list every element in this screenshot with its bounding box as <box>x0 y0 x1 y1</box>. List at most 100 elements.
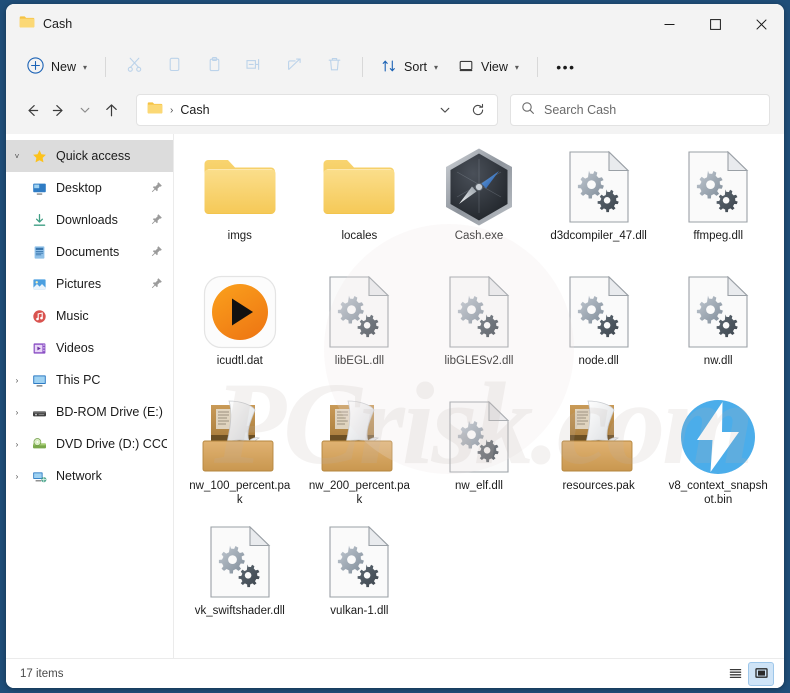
dvd-drive-icon <box>28 437 50 452</box>
dll-gears-icon <box>560 273 638 351</box>
sidebar-item-quick-access[interactable]: ˅ Quick access <box>6 140 173 172</box>
explorer-window: Cash New ▾ Sort ▾ View ▾ ••• › Cash Sear… <box>6 4 784 688</box>
chevron-right-icon[interactable]: › <box>6 440 28 449</box>
sidebar-item-label: Network <box>56 469 102 483</box>
file-name-label: libEGL.dll <box>334 355 384 367</box>
file-name-label: libGLESv2.dll <box>444 355 514 367</box>
file-item[interactable]: d3dcompiler_47.dll <box>539 142 659 267</box>
file-item[interactable]: icudtl.dat <box>180 267 300 392</box>
documents-icon <box>28 245 50 260</box>
file-item[interactable]: nw.dll <box>658 267 778 392</box>
sidebar-item-pictures[interactable]: Pictures <box>6 268 173 300</box>
file-name-label: icudtl.dat <box>216 355 263 367</box>
forward-button[interactable] <box>47 95 72 125</box>
file-item[interactable]: vulkan-1.dll <box>300 517 420 642</box>
media-play-icon <box>201 273 279 351</box>
folder-icon <box>320 148 398 226</box>
sidebar-item-dvd-drive-d-cccc[interactable]: › DVD Drive (D:) CCCC <box>6 428 173 460</box>
dll-gears-icon <box>679 148 757 226</box>
pictures-icon <box>28 277 50 292</box>
sidebar-item-network[interactable]: › Network <box>6 460 173 492</box>
large-icons-view-button[interactable] <box>748 661 774 686</box>
delete-button[interactable] <box>315 51 353 83</box>
chevron-right-icon[interactable]: › <box>6 376 28 385</box>
sidebar-item-label: This PC <box>56 373 101 387</box>
back-button[interactable] <box>20 95 45 125</box>
cut-button[interactable] <box>115 51 153 83</box>
file-item[interactable]: resources.pak <box>539 392 659 517</box>
file-item[interactable]: nw_elf.dll <box>419 392 539 517</box>
file-item[interactable]: vk_swiftshader.dll <box>180 517 300 642</box>
minimize-button[interactable] <box>646 4 692 44</box>
search-input[interactable]: Search Cash <box>510 94 770 126</box>
plus-circle-icon <box>27 57 44 77</box>
chevron-down-icon[interactable]: ˅ <box>6 152 28 161</box>
music-icon <box>28 309 50 324</box>
sidebar-item-label: Music <box>56 309 89 323</box>
file-item[interactable]: libGLESv2.dll <box>419 267 539 392</box>
file-list-view[interactable]: PCrisk.com imgs locales <box>174 134 784 658</box>
rename-button[interactable] <box>235 51 273 83</box>
more-options-button[interactable]: ••• <box>547 51 585 83</box>
file-name-label: resources.pak <box>562 480 635 492</box>
breadcrumb-dropdown-button[interactable] <box>432 97 458 123</box>
archive-box-icon <box>320 398 398 476</box>
file-name-label: vulkan-1.dll <box>330 605 389 617</box>
refresh-button[interactable] <box>465 97 491 123</box>
file-name-label: nw_100_percent.pak <box>189 480 291 506</box>
file-item[interactable]: v8_context_snapshot.bin <box>658 392 778 517</box>
sidebar-item-music[interactable]: Music <box>6 300 173 332</box>
sidebar-item-this-pc[interactable]: › This PC <box>6 364 173 396</box>
scissors-icon <box>126 56 143 78</box>
copy-button[interactable] <box>155 51 193 83</box>
new-button[interactable]: New ▾ <box>18 51 96 83</box>
downloads-icon <box>28 213 50 228</box>
file-grid: imgs locales Cash.exe d3dcompiler_47.dll… <box>174 134 784 642</box>
sidebar-item-label: Desktop <box>56 181 102 195</box>
paste-button[interactable] <box>195 51 233 83</box>
pin-icon[interactable] <box>151 213 163 228</box>
file-item[interactable]: nw_100_percent.pak <box>180 392 300 517</box>
sidebar-item-label: DVD Drive (D:) CCCC <box>56 437 167 451</box>
sidebar-item-label: BD-ROM Drive (E:) C <box>56 405 167 419</box>
folder-icon <box>201 148 279 226</box>
breadcrumb[interactable]: › Cash <box>136 94 498 126</box>
sidebar-item-downloads[interactable]: Downloads <box>6 204 173 236</box>
archive-box-icon <box>560 398 638 476</box>
file-item[interactable]: Cash.exe <box>419 142 539 267</box>
share-button[interactable] <box>275 51 313 83</box>
this-pc-icon <box>28 373 50 388</box>
sidebar-item-documents[interactable]: Documents <box>6 236 173 268</box>
chevron-right-icon[interactable]: › <box>6 472 28 481</box>
file-item[interactable]: node.dll <box>539 267 659 392</box>
network-icon <box>28 469 50 484</box>
chevron-right-icon[interactable]: › <box>6 408 28 417</box>
close-button[interactable] <box>738 4 784 44</box>
up-button[interactable] <box>100 95 125 125</box>
list-view-button[interactable] <box>722 662 748 686</box>
dll-gears-icon <box>560 148 638 226</box>
file-name-label: nw_elf.dll <box>455 480 503 492</box>
sidebar-item-label: Pictures <box>56 277 102 291</box>
pin-icon[interactable] <box>151 245 163 260</box>
breadcrumb-separator: › <box>170 104 174 116</box>
sidebar-item-bd-rom-drive-e-c[interactable]: › BD-ROM Drive (E:) C <box>6 396 173 428</box>
sidebar-item-label: Quick access <box>56 149 131 163</box>
command-separator-2 <box>362 57 364 77</box>
recent-locations-button[interactable] <box>73 95 98 125</box>
file-item[interactable]: imgs <box>180 142 300 267</box>
breadcrumb-segment-cash[interactable]: Cash <box>180 103 209 117</box>
file-item[interactable]: ffmpeg.dll <box>658 142 778 267</box>
pin-icon[interactable] <box>151 181 163 196</box>
file-item[interactable]: nw_200_percent.pak <box>300 392 420 517</box>
sidebar-item-videos[interactable]: Videos <box>6 332 173 364</box>
file-item[interactable]: locales <box>300 142 420 267</box>
pin-icon[interactable] <box>151 277 163 292</box>
file-item[interactable]: libEGL.dll <box>300 267 420 392</box>
view-button[interactable]: View ▾ <box>449 51 528 83</box>
rename-icon <box>245 56 263 78</box>
sidebar-item-desktop[interactable]: Desktop <box>6 172 173 204</box>
sort-button[interactable]: Sort ▾ <box>372 51 447 83</box>
maximize-button[interactable] <box>692 4 738 44</box>
copy-icon <box>166 56 183 78</box>
